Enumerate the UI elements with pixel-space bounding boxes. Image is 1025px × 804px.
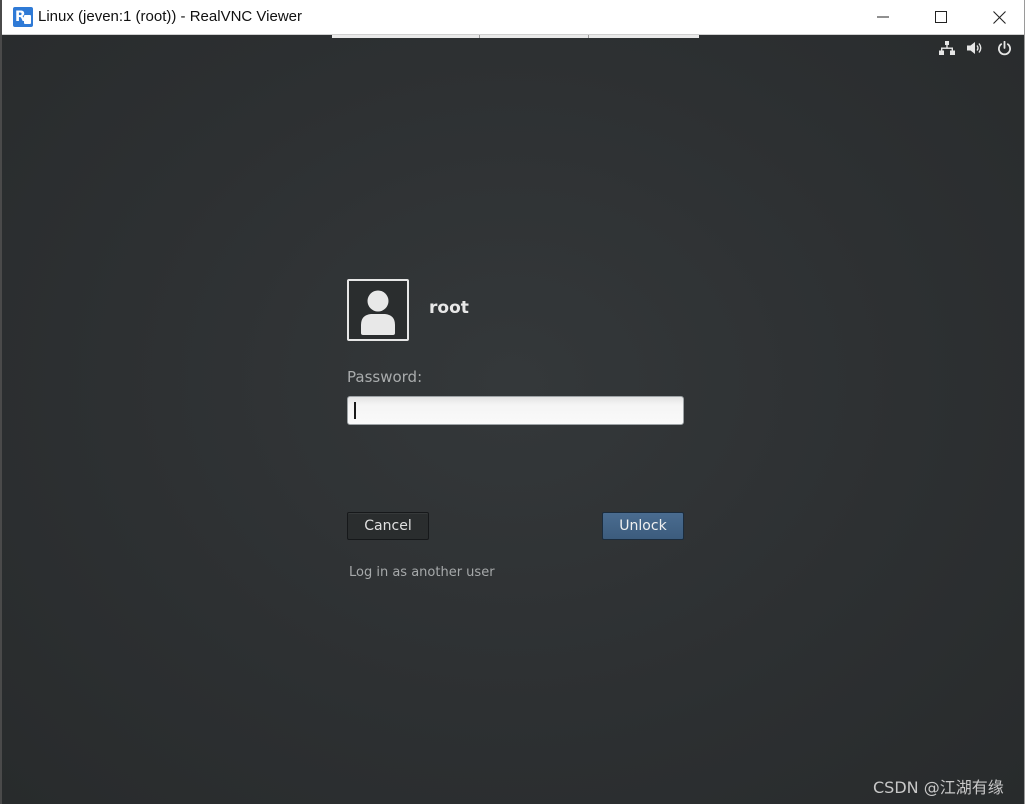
username-label: root: [429, 298, 469, 318]
password-input[interactable]: [347, 396, 684, 425]
csdn-watermark: CSDN @江湖有缘: [873, 778, 1004, 797]
title-bar[interactable]: R Linux (jeven:1 (root)) - RealVNC Viewe…: [2, 0, 1024, 35]
log-in-as-another-user-link[interactable]: Log in as another user: [349, 565, 495, 580]
volume-icon: [966, 42, 981, 54]
window-title: Linux (jeven:1 (root)) - RealVNC Viewer: [38, 8, 302, 25]
power-menu[interactable]: [995, 39, 1013, 57]
user-avatar-icon: [361, 290, 395, 335]
close-button[interactable]: [970, 0, 1025, 34]
unlock-button[interactable]: Unlock: [602, 512, 684, 540]
vnc-toolbar-strip[interactable]: [332, 35, 699, 38]
user-avatar: [347, 279, 409, 341]
minimize-icon: [877, 16, 889, 18]
network-indicator[interactable]: [938, 39, 956, 57]
text-caret: [354, 402, 356, 419]
network-icon: [939, 41, 955, 55]
remote-desktop[interactable]: root Password: Cancel Unlock Log in as a…: [2, 35, 1024, 804]
maximize-button[interactable]: [912, 0, 970, 34]
close-icon: [992, 10, 1006, 24]
power-icon: [997, 40, 1011, 55]
password-label: Password:: [347, 368, 423, 386]
volume-indicator[interactable]: [966, 39, 984, 57]
realvnc-icon: R: [13, 7, 33, 27]
cancel-button[interactable]: Cancel: [347, 512, 429, 540]
vnc-viewer-window: R Linux (jeven:1 (root)) - RealVNC Viewe…: [0, 0, 1025, 804]
maximize-icon: [935, 11, 947, 23]
minimize-button[interactable]: [854, 0, 912, 34]
